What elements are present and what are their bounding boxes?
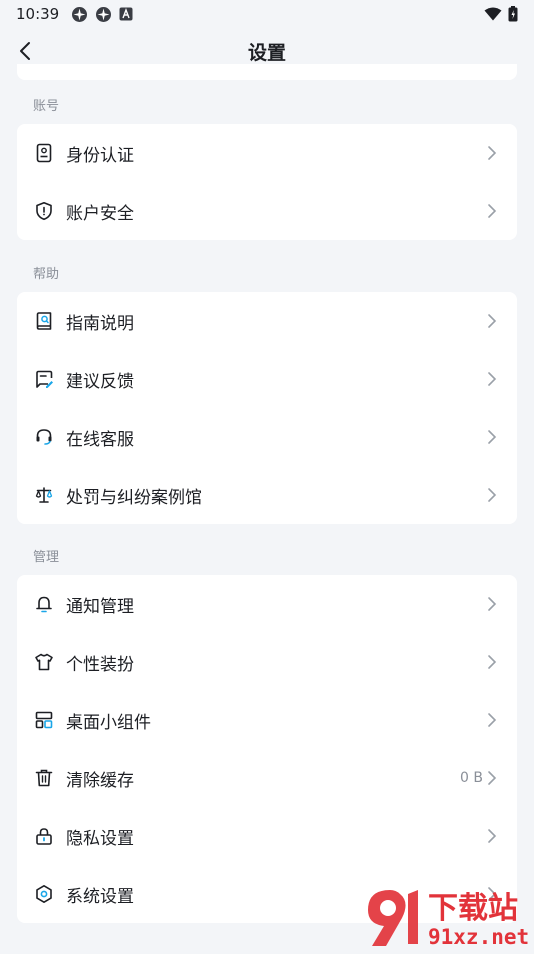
settings-item-label: 清除缓存	[66, 770, 134, 791]
section-label-help: 帮助	[33, 267, 60, 282]
trash-icon	[34, 768, 54, 788]
chevron-right-icon	[488, 314, 497, 328]
scrolled-card-edge	[17, 64, 517, 80]
section-label-account: 账号	[33, 99, 60, 114]
settings-item-feedback[interactable]: 建议反馈	[17, 350, 517, 408]
chevron-right-icon	[488, 713, 497, 727]
section-label-manage: 管理	[33, 550, 60, 565]
shield-icon	[34, 201, 54, 221]
settings-item-privacy[interactable]: 隐私设置	[17, 807, 517, 865]
chevron-right-icon	[488, 204, 497, 218]
chevron-right-icon	[488, 597, 497, 611]
settings-item-clear-cache[interactable]: 清除缓存 0 B	[17, 749, 517, 807]
watermark-url: 91xz.net	[428, 925, 529, 949]
scale-icon	[34, 485, 54, 505]
wifi-icon	[484, 7, 502, 21]
settings-item-personalize[interactable]: 个性装扮	[17, 633, 517, 691]
settings-item-label: 身份认证	[66, 145, 134, 166]
app-notification-icon	[72, 6, 88, 22]
watermark-title: 下载站	[428, 891, 518, 926]
settings-item-widgets[interactable]: 桌面小组件	[17, 691, 517, 749]
site-watermark: 下载站 91xz.net	[362, 884, 534, 950]
widgets-icon	[34, 710, 54, 730]
help-card: 指南说明 建议反馈 在线客服 处罚与纠纷案例馆	[17, 292, 517, 524]
page-title: 设置	[247, 41, 286, 64]
back-button[interactable]	[12, 38, 38, 64]
status-time: 10:39	[16, 5, 60, 23]
manage-card: 通知管理 个性装扮 桌面小组件 清除缓存 0 B 隐私设置 系统设置	[17, 575, 517, 923]
settings-item-label: 账户安全	[66, 203, 134, 224]
settings-item-label: 建议反馈	[66, 371, 134, 392]
settings-item-customer-service[interactable]: 在线客服	[17, 408, 517, 466]
settings-item-label: 个性装扮	[66, 654, 134, 675]
settings-item-label: 系统设置	[66, 886, 134, 907]
app-notification-icon	[96, 6, 112, 22]
settings-item-label: 处罚与纠纷案例馆	[66, 487, 202, 508]
settings-item-label: 指南说明	[66, 313, 134, 334]
cache-size-value: 0 B	[460, 770, 483, 786]
bell-icon	[34, 594, 54, 614]
system-status	[484, 6, 518, 22]
feedback-icon	[34, 369, 54, 389]
settings-item-label: 隐私设置	[66, 828, 134, 849]
account-card: 身份认证 账户安全	[17, 124, 517, 240]
settings-item-notifications[interactable]: 通知管理	[17, 575, 517, 633]
text-notification-icon	[119, 7, 133, 21]
id-card-icon	[34, 143, 54, 163]
settings-gear-icon	[34, 884, 54, 904]
lock-icon	[34, 826, 54, 846]
headset-icon	[34, 427, 54, 447]
shirt-icon	[34, 652, 54, 672]
settings-item-label: 桌面小组件	[66, 712, 151, 733]
chevron-right-icon	[488, 771, 497, 785]
guide-book-icon	[34, 311, 54, 331]
chevron-right-icon	[488, 146, 497, 160]
chevron-right-icon	[488, 655, 497, 669]
settings-item-case-library[interactable]: 处罚与纠纷案例馆	[17, 466, 517, 524]
status-bar: 10:39	[0, 0, 534, 28]
notification-icons	[71, 6, 133, 23]
chevron-right-icon	[488, 829, 497, 843]
chevron-right-icon	[488, 430, 497, 444]
settings-item-label: 在线客服	[66, 429, 134, 450]
chevron-right-icon	[488, 372, 497, 386]
chevron-right-icon	[488, 488, 497, 502]
settings-item-account-security[interactable]: 账户安全	[17, 182, 517, 240]
settings-item-label: 通知管理	[66, 596, 134, 617]
battery-icon	[508, 6, 518, 22]
settings-item-identity[interactable]: 身份认证	[17, 124, 517, 182]
back-arrow-icon	[20, 42, 30, 60]
watermark-logo-icon: 下载站 91xz.net	[368, 890, 529, 949]
settings-item-guide[interactable]: 指南说明	[17, 292, 517, 350]
